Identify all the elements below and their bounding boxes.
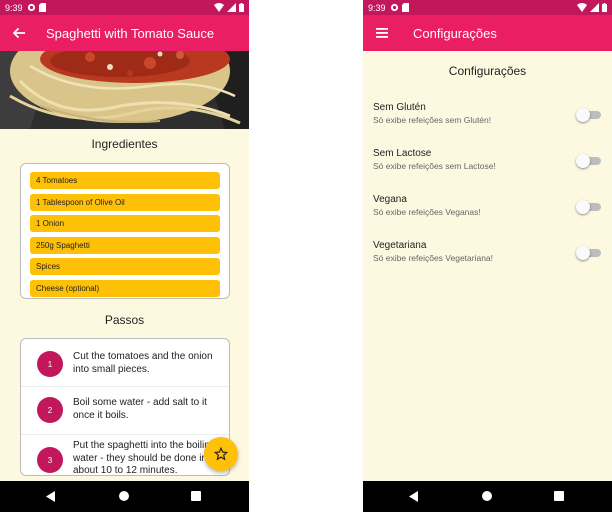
battery-icon [239, 3, 244, 12]
circle-home-icon [119, 491, 129, 501]
status-bar: 9:39 [0, 0, 249, 15]
steps-list[interactable]: 1 Cut the tomatoes and the onion into sm… [20, 338, 230, 476]
sync-icon [27, 3, 35, 12]
favorite-button[interactable] [204, 437, 238, 471]
app-bar: Configurações [363, 15, 612, 51]
system-nav-bar [363, 481, 612, 512]
circle-home-icon [482, 491, 492, 501]
ingredient-item: Spices [30, 258, 220, 275]
hamburger-menu-icon [376, 28, 388, 38]
square-recents-icon [554, 491, 564, 501]
filter-description: Só exibe refeições Veganas! [373, 207, 481, 217]
nav-back-button[interactable] [44, 489, 58, 503]
status-bar: 9:39 [363, 0, 612, 15]
nav-home-button[interactable] [117, 489, 131, 503]
filter-vegetarian: Vegetariana Só exibe refeições Vegetaria… [373, 240, 603, 270]
filter-name: Vegana [373, 194, 407, 205]
meal-detail-screen: 9:39 Spaghetti with Tomato Sauce Ingredi… [0, 0, 249, 512]
nav-recents-button[interactable] [552, 489, 566, 503]
filter-gluten-free: Sem Glutén Só exibe refeições sem Glutén… [373, 102, 603, 132]
filter-description: Só exibe refeições sem Lactose! [373, 161, 496, 171]
meal-image [0, 51, 249, 129]
lactose-free-switch[interactable] [576, 154, 602, 168]
filter-name: Sem Lactose [373, 148, 432, 159]
star-outline-icon [214, 447, 228, 461]
filter-lactose-free: Sem Lactose Só exibe refeições sem Lacto… [373, 148, 603, 178]
settings-heading: Configurações [448, 64, 527, 78]
page-title: Configurações [413, 25, 497, 41]
spaghetti-photo [0, 51, 249, 129]
wifi-icon [577, 3, 587, 12]
filter-description: Só exibe refeições sem Glutén! [373, 115, 492, 125]
nav-recents-button[interactable] [189, 489, 203, 503]
app-bar: Spaghetti with Tomato Sauce [0, 15, 249, 51]
status-time: 9:39 [368, 2, 386, 13]
settings-screen: 9:39 Configurações Configurações Sem Glu… [363, 0, 612, 512]
filter-description: Só exibe refeições Vegetariana! [373, 253, 494, 263]
vegan-switch[interactable] [576, 200, 602, 214]
step-item: 3 Put the spaghetti into the boiling wat… [21, 435, 229, 476]
ingredient-item: 250g Spaghetti [30, 236, 220, 254]
step-text: Put the spaghetti into the boiling water… [73, 440, 216, 476]
menu-button[interactable] [365, 15, 399, 51]
filter-name: Sem Glutén [373, 102, 426, 113]
signal-icon [590, 3, 599, 12]
step-number-badge: 3 [37, 447, 63, 473]
step-number-badge: 1 [37, 351, 63, 377]
sd-card-icon [38, 3, 46, 12]
triangle-back-icon [409, 490, 418, 502]
status-time: 9:39 [5, 2, 23, 13]
step-text: Boil some water - add salt to it once it… [73, 397, 207, 421]
ingredient-item: 1 Tablespoon of Olive Oil [30, 193, 220, 211]
ingredient-item: 1 Onion [30, 215, 220, 232]
gluten-free-switch[interactable] [576, 108, 602, 122]
back-button[interactable] [2, 15, 36, 51]
filter-vegan: Vegana Só exibe refeições Veganas! [373, 194, 603, 224]
system-nav-bar [0, 481, 249, 512]
sd-card-icon [401, 3, 409, 12]
nav-back-button[interactable] [407, 489, 421, 503]
step-text: Cut the tomatoes and the onion into smal… [73, 351, 213, 375]
ingredients-heading: Ingredientes [91, 137, 158, 151]
ingredients-list[interactable]: 4 Tomatoes 1 Tablespoon of Olive Oil 1 O… [20, 163, 230, 299]
nav-home-button[interactable] [480, 489, 494, 503]
step-number-badge: 2 [37, 397, 63, 423]
page-title: Spaghetti with Tomato Sauce [46, 25, 215, 41]
ingredient-item: 4 Tomatoes [30, 172, 220, 189]
filter-name: Vegetariana [373, 240, 427, 251]
square-recents-icon [191, 491, 201, 501]
ingredient-item: Cheese (optional) [30, 279, 220, 297]
step-item: 1 Cut the tomatoes and the onion into sm… [21, 339, 229, 387]
wifi-icon [214, 3, 224, 12]
battery-icon [602, 3, 607, 12]
step-item: 2 Boil some water - add salt to it once … [21, 387, 229, 435]
triangle-back-icon [46, 490, 55, 502]
arrow-back-icon [12, 27, 25, 39]
sync-icon [390, 3, 398, 12]
vegetarian-switch[interactable] [576, 246, 602, 260]
steps-heading: Passos [104, 313, 145, 327]
signal-icon [227, 3, 236, 12]
